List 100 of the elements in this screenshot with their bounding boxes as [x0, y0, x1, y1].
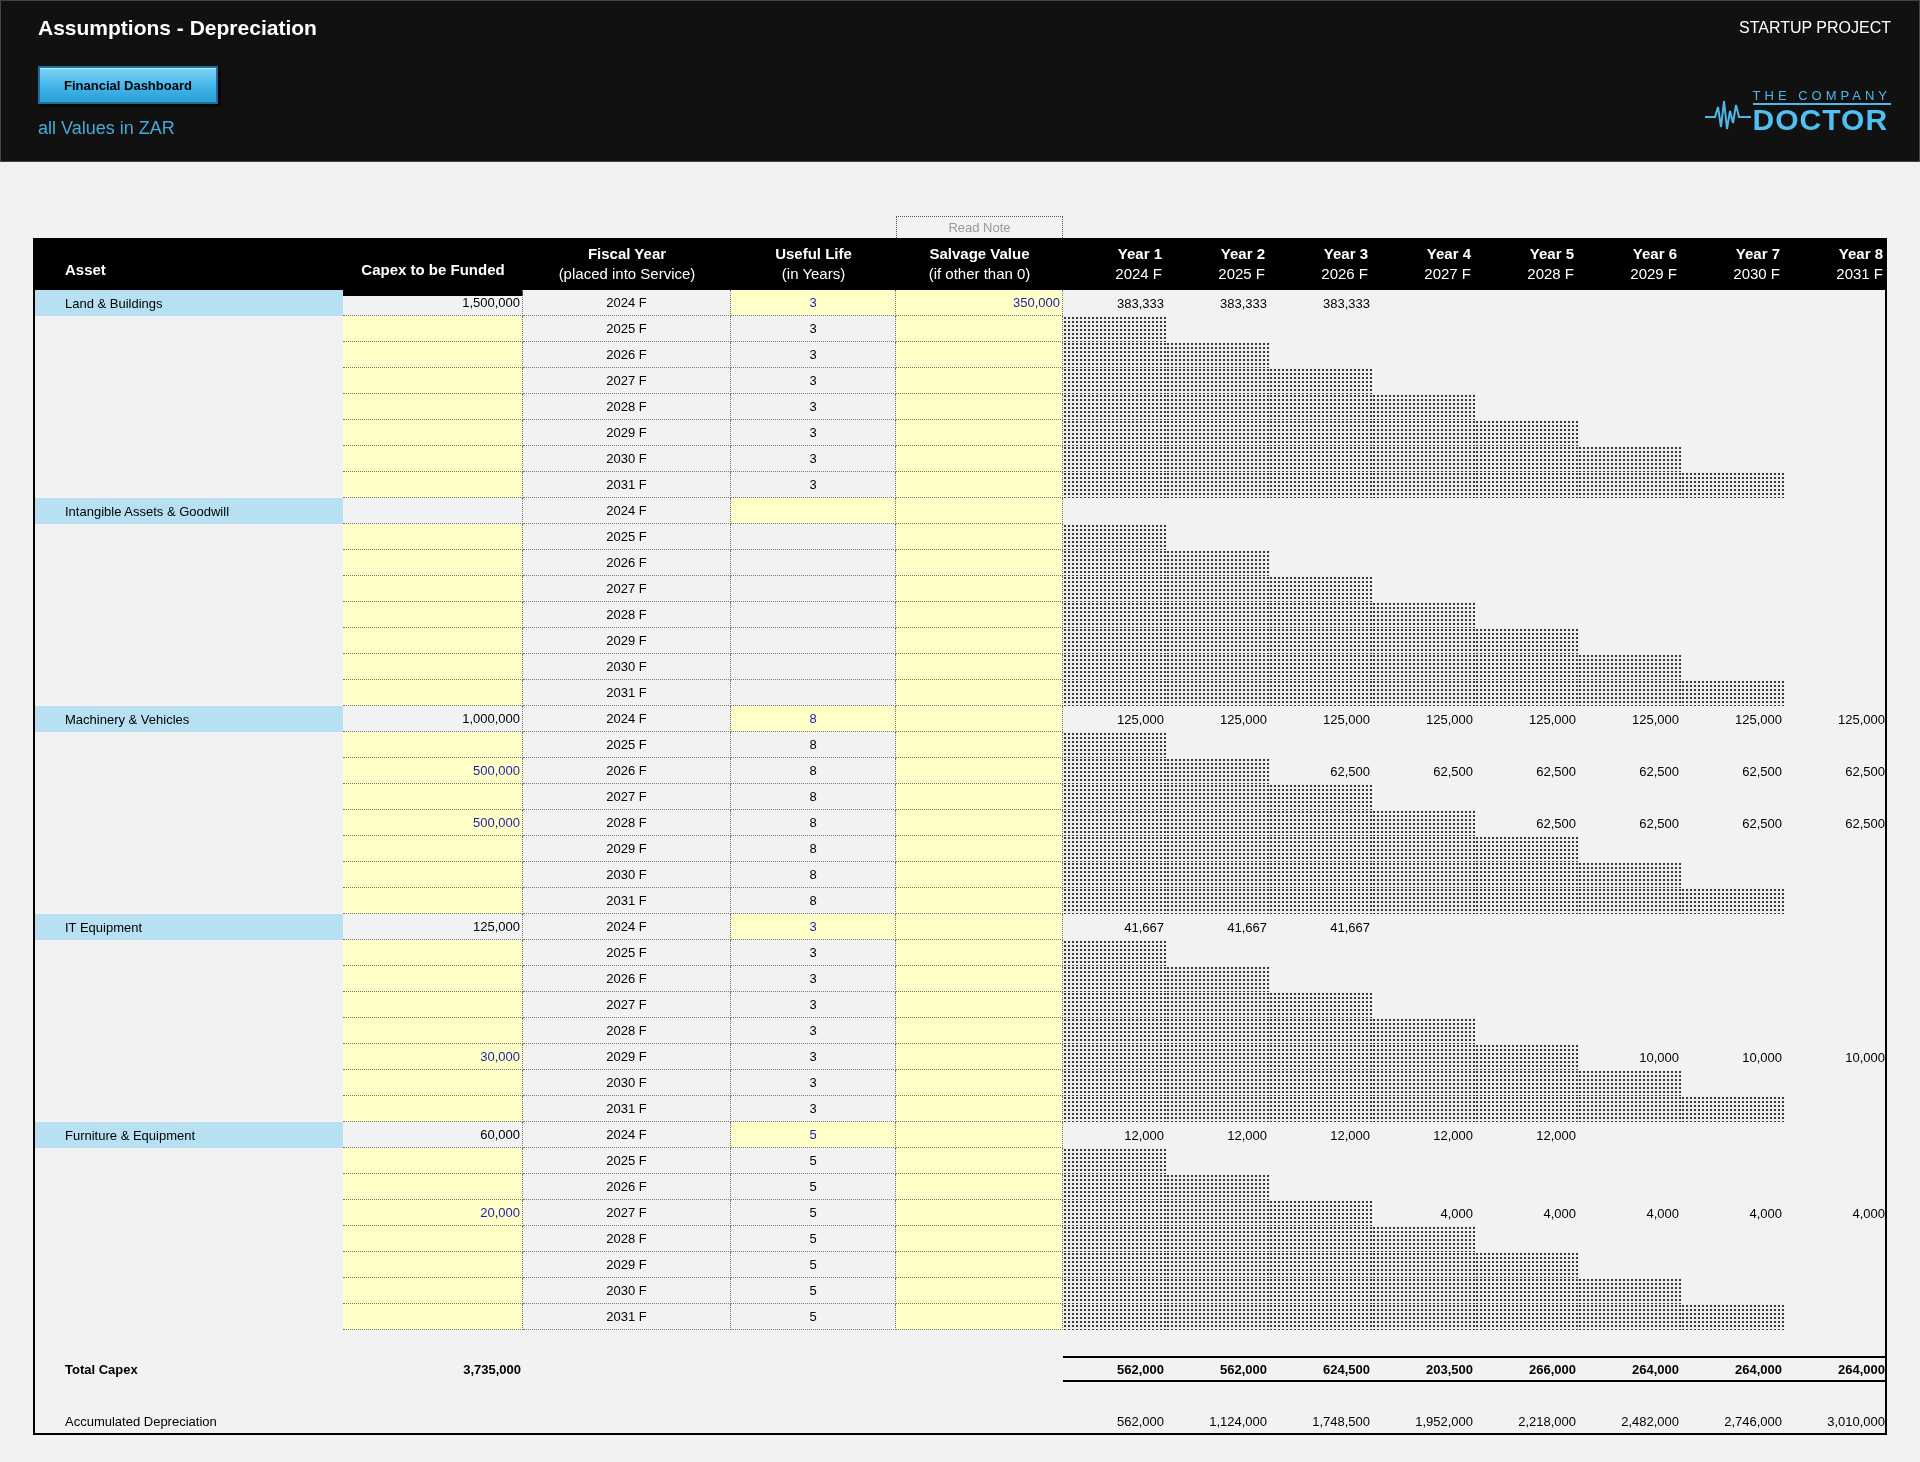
input-cell[interactable]	[896, 836, 1063, 862]
input-cell[interactable]	[343, 888, 523, 914]
input-cell[interactable]	[896, 1148, 1063, 1174]
input-cell[interactable]	[343, 940, 523, 966]
input-cell[interactable]	[343, 1174, 523, 1200]
table-cell-text: 125,000	[1528, 710, 1577, 729]
input-cell[interactable]	[343, 1070, 523, 1096]
input-cell[interactable]	[343, 966, 523, 992]
input-cell[interactable]	[896, 654, 1063, 680]
input-cell[interactable]	[896, 862, 1063, 888]
input-cell[interactable]	[896, 394, 1063, 420]
input-cell[interactable]	[896, 706, 1063, 732]
input-cell[interactable]	[343, 628, 523, 654]
input-cell[interactable]	[343, 420, 523, 446]
input-cell[interactable]	[343, 1148, 523, 1174]
input-cell[interactable]: 500,000	[343, 810, 523, 836]
column-subheader: 2027 F	[1424, 264, 1471, 284]
input-cell[interactable]: 20,000	[343, 1200, 523, 1226]
input-cell[interactable]	[896, 472, 1063, 498]
table-cell-text: 62,500	[1535, 814, 1577, 833]
input-cell[interactable]	[896, 940, 1063, 966]
table-cell: 266,000	[1475, 1356, 1578, 1382]
input-cell[interactable]	[896, 1200, 1063, 1226]
input-cell[interactable]	[896, 1070, 1063, 1096]
input-cell[interactable]	[343, 680, 523, 706]
input-cell[interactable]	[343, 342, 523, 368]
input-cell[interactable]	[896, 888, 1063, 914]
table-cell: 2031 F	[523, 1096, 731, 1122]
input-cell[interactable]	[343, 654, 523, 680]
input-cell[interactable]	[343, 1304, 523, 1330]
input-cell[interactable]	[896, 1252, 1063, 1278]
input-cell[interactable]	[896, 1226, 1063, 1252]
input-cell[interactable]	[896, 316, 1063, 342]
input-cell[interactable]	[343, 524, 523, 550]
table-cell-text: 2,746,000	[1723, 1412, 1783, 1431]
input-cell[interactable]: 5	[731, 1122, 896, 1148]
input-cell[interactable]	[343, 368, 523, 394]
input-cell[interactable]	[896, 784, 1063, 810]
input-cell[interactable]	[343, 576, 523, 602]
column-header: Year 5	[1529, 244, 1574, 264]
input-cell[interactable]	[896, 1044, 1063, 1070]
input-cell[interactable]	[896, 446, 1063, 472]
input-cell[interactable]: 500,000	[343, 758, 523, 784]
input-cell[interactable]	[896, 680, 1063, 706]
input-cell[interactable]: 3	[731, 914, 896, 940]
input-cell[interactable]	[343, 836, 523, 862]
input-cell[interactable]	[343, 1278, 523, 1304]
input-cell[interactable]	[896, 628, 1063, 654]
input-cell[interactable]	[731, 498, 896, 524]
input-cell[interactable]	[343, 602, 523, 628]
table-cell: 2029 F	[523, 836, 731, 862]
input-cell[interactable]	[896, 524, 1063, 550]
input-cell[interactable]	[896, 1174, 1063, 1200]
input-cell[interactable]	[343, 992, 523, 1018]
input-cell[interactable]	[896, 550, 1063, 576]
financial-dashboard-button[interactable]: Financial Dashboard	[38, 66, 218, 104]
input-cell[interactable]: 30,000	[343, 1044, 523, 1070]
input-cell[interactable]	[343, 550, 523, 576]
input-cell[interactable]	[343, 1226, 523, 1252]
input-cell[interactable]	[343, 1252, 523, 1278]
input-cell[interactable]	[343, 1096, 523, 1122]
input-cell[interactable]	[896, 758, 1063, 784]
table-cell: 264,000	[1681, 1356, 1784, 1382]
input-cell[interactable]	[343, 732, 523, 758]
input-cell[interactable]	[896, 1304, 1063, 1330]
input-cell[interactable]	[896, 342, 1063, 368]
table-cell-text: 62,500	[1535, 762, 1577, 781]
input-cell[interactable]: 350,000	[896, 290, 1063, 316]
input-cell[interactable]	[896, 732, 1063, 758]
table-cell-text: Accumulated Depreciation	[64, 1412, 218, 1431]
input-cell[interactable]	[896, 992, 1063, 1018]
input-cell[interactable]	[343, 446, 523, 472]
input-cell[interactable]	[896, 576, 1063, 602]
input-cell[interactable]	[896, 914, 1063, 940]
table-cell: 2028 F	[523, 1226, 731, 1252]
input-cell[interactable]	[896, 1018, 1063, 1044]
input-cell[interactable]	[896, 602, 1063, 628]
input-cell[interactable]	[896, 810, 1063, 836]
input-cell[interactable]	[896, 1096, 1063, 1122]
input-cell[interactable]	[896, 1122, 1063, 1148]
input-cell[interactable]	[343, 1018, 523, 1044]
table-cell-text: 383,333	[1116, 294, 1165, 313]
page-title: Assumptions - Depreciation	[38, 16, 317, 40]
input-cell[interactable]	[896, 1278, 1063, 1304]
input-cell[interactable]: 3	[731, 290, 896, 316]
table-cell: 2029 F	[523, 1044, 731, 1070]
project-label: STARTUP PROJECT	[1738, 19, 1891, 37]
input-cell[interactable]	[896, 368, 1063, 394]
input-cell[interactable]	[343, 784, 523, 810]
input-cell[interactable]	[343, 316, 523, 342]
table-cell-text: 4,000	[1645, 1204, 1680, 1223]
input-cell[interactable]	[896, 498, 1063, 524]
table-cell: 2030 F	[523, 446, 731, 472]
input-cell[interactable]	[896, 966, 1063, 992]
input-cell[interactable]	[896, 420, 1063, 446]
input-cell[interactable]	[343, 394, 523, 420]
input-cell[interactable]	[343, 862, 523, 888]
table-cell-text: 383,333	[1219, 294, 1268, 313]
input-cell[interactable]	[343, 472, 523, 498]
input-cell[interactable]: 8	[731, 706, 896, 732]
